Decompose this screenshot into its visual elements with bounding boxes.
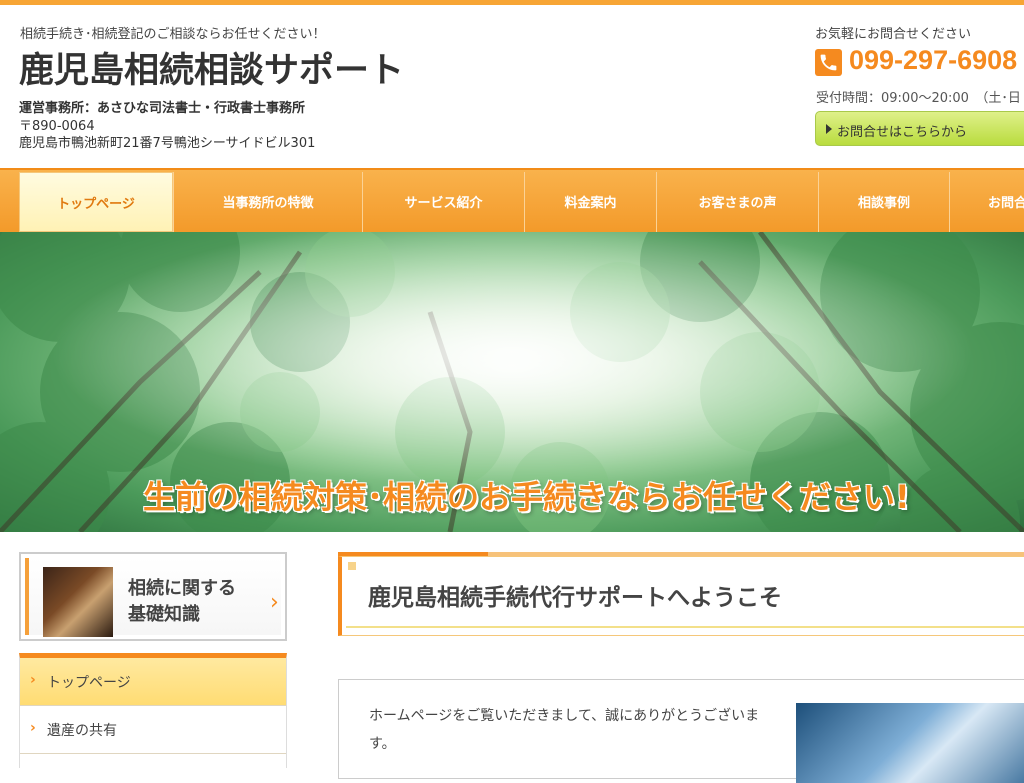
nav-item-features[interactable]: 当事務所の特徴 bbox=[173, 172, 362, 232]
intro-section: ホームページをご覧いただきまして、誠にありがとうございます。 bbox=[338, 679, 1024, 783]
nav-item-label: 当事務所の特徴 bbox=[222, 196, 314, 211]
nav-item-label: 料金案内 bbox=[564, 196, 617, 211]
global-nav: トップページ 当事務所の特徴 サービス紹介 料金案内 お客さまの声 相談事例 お… bbox=[0, 168, 1024, 232]
triangle-right-icon bbox=[826, 124, 832, 134]
basics-banner[interactable]: 相続に関する 基礎知識 › bbox=[19, 552, 287, 641]
sidebar-item-inheritance-sharing[interactable]: › 遺産の共有 bbox=[20, 706, 286, 754]
top-accent-bar bbox=[0, 0, 1024, 5]
basics-title: 相続に関する 基礎知識 bbox=[128, 576, 236, 628]
nav-item-label: サービス紹介 bbox=[404, 196, 483, 211]
sidebar-nav: › トップページ › 遺産の共有 bbox=[19, 653, 287, 768]
intro-text: ホームページをご覧いただきまして、誠にありがとうございます。 bbox=[369, 708, 760, 752]
business-hours: 受付時間：09:00～20:00 （土･日 bbox=[816, 91, 1021, 106]
basics-title-line2: 基礎知識 bbox=[128, 604, 200, 625]
nav-item-contact[interactable]: お問合 bbox=[949, 172, 1024, 232]
office-address: 鹿児島市鴨池新町21番7号鴨池シーサイドビル301 bbox=[19, 136, 316, 151]
chevron-right-icon: › bbox=[30, 672, 36, 688]
office-name: 運営事務所：あさひな司法書士・行政書士事務所 bbox=[19, 101, 306, 116]
contact-button-label: お問合せはこちらから bbox=[837, 125, 968, 140]
welcome-heading-box: 鹿児島相続手続代行サポートへようこそ bbox=[338, 552, 1024, 636]
chevron-right-icon: › bbox=[30, 720, 36, 736]
nav-item-testimonials[interactable]: お客さまの声 bbox=[656, 172, 818, 232]
nav-item-label: お問合 bbox=[988, 196, 1024, 211]
nav-item-pricing[interactable]: 料金案内 bbox=[524, 172, 656, 232]
nav-item-label: お客さまの声 bbox=[698, 196, 777, 211]
welcome-title: 鹿児島相続手続代行サポートへようこそ bbox=[368, 585, 782, 611]
chevron-right-icon: › bbox=[270, 590, 279, 615]
contact-button[interactable]: お問合せはこちらから bbox=[815, 111, 1024, 146]
hero-headline: 生前の相続対策･相続のお手続きならお任せください! bbox=[143, 478, 910, 516]
site-tagline: 相続手続き･相続登記のご相談ならお任せください！ bbox=[20, 27, 326, 42]
nav-item-top[interactable]: トップページ bbox=[19, 172, 173, 232]
nav-item-services[interactable]: サービス紹介 bbox=[362, 172, 524, 232]
sidebar-item-label: 遺産の共有 bbox=[47, 723, 117, 739]
document-image bbox=[796, 703, 1024, 783]
contact-lead: お気軽にお問合せください bbox=[815, 27, 972, 42]
basics-banner-inner: 相続に関する 基礎知識 › bbox=[25, 558, 281, 637]
basics-title-line1: 相続に関する bbox=[128, 578, 236, 599]
law-books-image bbox=[43, 567, 113, 637]
heading-underline bbox=[346, 626, 1024, 628]
nav-item-label: トップページ bbox=[57, 197, 135, 212]
nav-item-label: 相談事例 bbox=[857, 196, 910, 211]
sidebar-item-label: トップページ bbox=[47, 675, 131, 691]
sidebar-item-top[interactable]: › トップページ bbox=[20, 658, 286, 706]
site-title[interactable]: 鹿児島相続相談サポート bbox=[19, 42, 404, 93]
phone-icon bbox=[815, 49, 842, 76]
phone-number[interactable]: 099-297-6908 bbox=[849, 45, 1017, 76]
nav-item-cases[interactable]: 相談事例 bbox=[818, 172, 949, 232]
heading-decoration bbox=[348, 562, 356, 570]
